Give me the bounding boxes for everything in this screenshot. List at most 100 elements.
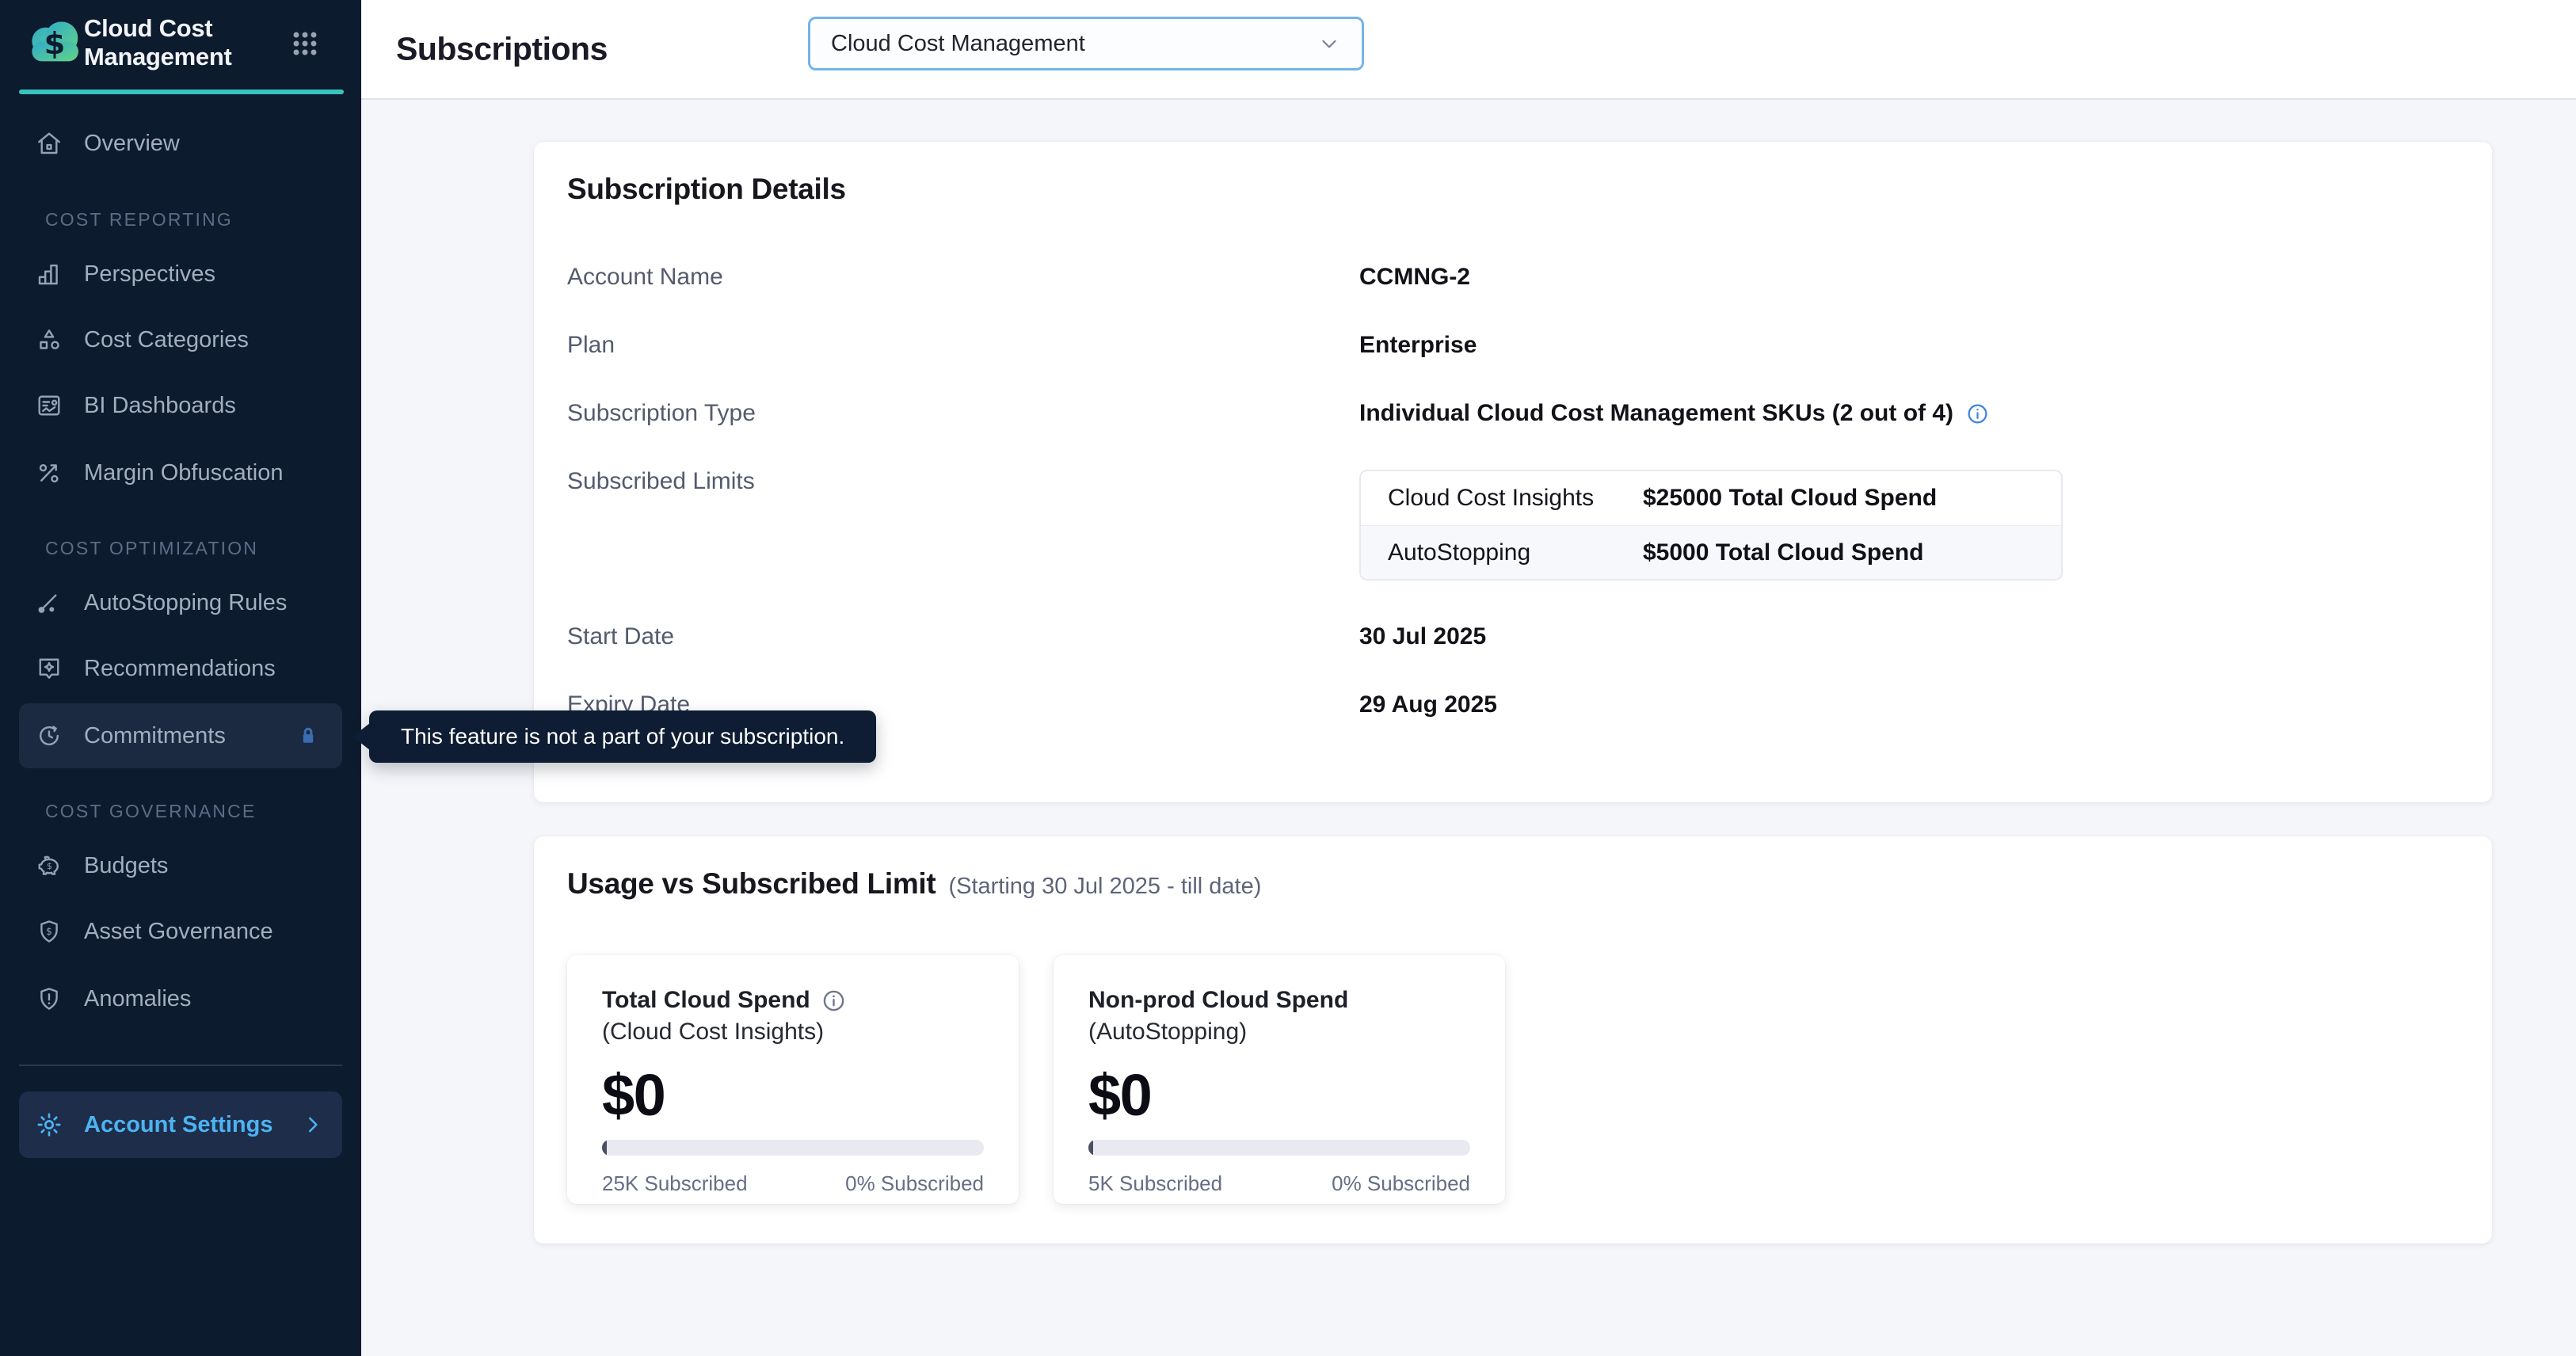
info-icon[interactable]	[1966, 402, 1989, 425]
golf-club-icon	[35, 588, 63, 617]
usage-card-subtitle: (AutoStopping)	[1088, 1019, 1470, 1046]
subscribed-limits-label: Subscribed Limits	[567, 448, 1359, 516]
subscribed-percent-label: 0% Subscribed	[1332, 1171, 1470, 1196]
sidebar-item-label: Perspectives	[84, 261, 215, 288]
sidebar-item-label: Anomalies	[84, 986, 191, 1012]
shapes-icon	[35, 326, 63, 354]
info-icon[interactable]	[821, 988, 846, 1013]
app-logo-cloud-dollar-icon: $	[17, 10, 92, 73]
account-name-label: Account Name	[567, 264, 1359, 291]
app-title: Cloud Cost Management	[84, 14, 284, 71]
detail-row-account-name: Account Name CCMNG-2	[567, 243, 2457, 311]
shield-dollar-icon: $	[35, 917, 63, 946]
sidebar-item-cost-categories[interactable]: Cost Categories	[0, 307, 361, 373]
top-bar: Subscriptions Cloud Cost Management	[361, 0, 2576, 100]
subscription-type-value: Individual Cloud Cost Management SKUs (2…	[1359, 400, 1953, 427]
sidebar-item-label: Account Settings	[84, 1112, 272, 1138]
account-name-value: CCMNG-2	[1359, 264, 1470, 291]
start-date-label: Start Date	[567, 623, 1359, 650]
subscribed-limits-table: Cloud Cost Insights $25000 Total Cloud S…	[1359, 470, 2063, 581]
sidebar-item-overview[interactable]: Overview	[0, 110, 361, 177]
sidebar-item-autostopping-rules[interactable]: AutoStopping Rules	[0, 569, 361, 636]
sidebar-item-commitments[interactable]: Commitments	[19, 703, 342, 768]
plan-value: Enterprise	[1359, 332, 1477, 359]
bar-chart-icon	[35, 260, 63, 288]
usage-card-title: Total Cloud Spend	[602, 987, 810, 1014]
chevron-right-icon	[301, 1113, 325, 1137]
table-row: AutoStopping $5000 Total Cloud Spend	[1361, 525, 2061, 579]
sidebar-item-label: Margin Obfuscation	[84, 460, 283, 486]
plan-label: Plan	[567, 332, 1359, 359]
piggy-bank-icon: $	[35, 851, 63, 880]
sidebar-item-label: Commitments	[84, 723, 226, 749]
module-selector-value: Cloud Cost Management	[831, 31, 1085, 57]
nonprod-cloud-spend-card: Non-prod Cloud Spend (AutoStopping) $0 5…	[1054, 955, 1505, 1204]
percent-arrow-icon	[35, 459, 63, 487]
svg-text:$: $	[44, 26, 66, 62]
sidebar-item-label: AutoStopping Rules	[84, 590, 287, 616]
module-accent-bar	[19, 90, 344, 94]
table-row: Cloud Cost Insights $25000 Total Cloud S…	[1361, 471, 2061, 525]
limit-value: $5000 Total Cloud Spend	[1643, 539, 1924, 566]
module-selector-dropdown[interactable]: Cloud Cost Management	[808, 17, 1364, 70]
subscription-details-title: Subscription Details	[567, 172, 2457, 207]
total-cloud-spend-card: Total Cloud Spend (Cloud Cost Insights) …	[567, 955, 1019, 1204]
sparkle-bubble-icon	[35, 654, 63, 683]
app-switcher-grid-icon[interactable]	[285, 24, 325, 63]
lock-icon	[295, 722, 322, 749]
usage-progress-bar	[1088, 1140, 1470, 1156]
usage-card-subtitle: (Cloud Cost Insights)	[602, 1019, 984, 1046]
section-header-cost-optimization: COST OPTIMIZATION	[45, 538, 258, 560]
detail-row-subscription-type: Subscription Type Individual Cloud Cost …	[567, 379, 2457, 448]
sidebar: $ Cloud Cost Management Overview COST RE…	[0, 0, 361, 1356]
home-icon	[35, 129, 63, 158]
section-header-cost-reporting: COST REPORTING	[45, 209, 233, 231]
sidebar-item-margin-obfuscation[interactable]: Margin Obfuscation	[0, 440, 361, 506]
svg-text:$: $	[46, 926, 52, 937]
sidebar-item-label: Recommendations	[84, 656, 276, 682]
sidebar-item-anomalies[interactable]: Anomalies	[0, 966, 361, 1032]
usage-card-title: Non-prod Cloud Spend	[1088, 987, 1348, 1014]
detail-row-start-date: Start Date 30 Jul 2025	[567, 603, 2457, 671]
sidebar-item-bi-dashboards[interactable]: BI Dashboards	[0, 372, 361, 439]
sidebar-item-account-settings[interactable]: Account Settings	[19, 1091, 342, 1158]
start-date-value: 30 Jul 2025	[1359, 623, 1486, 650]
usage-title: Usage vs Subscribed Limit	[567, 867, 936, 901]
usage-progress-bar	[602, 1140, 984, 1156]
usage-subtitle: (Starting 30 Jul 2025 - till date)	[948, 874, 1261, 900]
sidebar-item-budgets[interactable]: $ Budgets	[0, 832, 361, 899]
usage-progress-fill	[1088, 1140, 1093, 1156]
sidebar-item-label: BI Dashboards	[84, 393, 236, 419]
usage-vs-limit-card: Usage vs Subscribed Limit (Starting 30 J…	[534, 836, 2492, 1244]
sidebar-item-perspectives[interactable]: Perspectives	[0, 241, 361, 307]
gear-icon	[35, 1110, 63, 1139]
chevron-down-icon	[1317, 32, 1341, 55]
dashboard-icon	[35, 391, 63, 420]
subscribed-percent-label: 0% Subscribed	[845, 1171, 984, 1196]
tooltip-text: This feature is not a part of your subsc…	[401, 724, 844, 749]
sidebar-item-label: Overview	[84, 131, 180, 157]
sidebar-item-recommendations[interactable]: Recommendations	[0, 635, 361, 702]
history-clock-icon	[35, 722, 63, 750]
limit-name: AutoStopping	[1361, 539, 1643, 566]
expiry-date-value: 29 Aug 2025	[1359, 691, 1497, 718]
subscribed-amount-label: 5K Subscribed	[1088, 1171, 1222, 1196]
detail-row-subscribed-limits: Subscribed Limits Cloud Cost Insights $2…	[567, 448, 2457, 603]
sidebar-item-label: Asset Governance	[84, 919, 273, 945]
usage-progress-fill	[602, 1140, 607, 1156]
detail-row-plan: Plan Enterprise	[567, 311, 2457, 379]
limit-name: Cloud Cost Insights	[1361, 485, 1643, 512]
subscription-lock-tooltip: This feature is not a part of your subsc…	[369, 710, 876, 763]
sidebar-divider	[19, 1065, 342, 1066]
usage-amount: $0	[602, 1061, 984, 1129]
subscribed-amount-label: 25K Subscribed	[602, 1171, 748, 1196]
sidebar-item-label: Budgets	[84, 853, 168, 879]
subscription-details-card: Subscription Details Account Name CCMNG-…	[534, 142, 2492, 802]
subscription-type-label: Subscription Type	[567, 400, 1359, 427]
usage-amount: $0	[1088, 1061, 1470, 1129]
page-title: Subscriptions	[396, 31, 608, 68]
section-header-cost-governance: COST GOVERNANCE	[45, 801, 256, 823]
svg-text:$: $	[47, 861, 52, 871]
sidebar-item-asset-governance[interactable]: $ Asset Governance	[0, 898, 361, 965]
shield-alert-icon	[35, 985, 63, 1013]
